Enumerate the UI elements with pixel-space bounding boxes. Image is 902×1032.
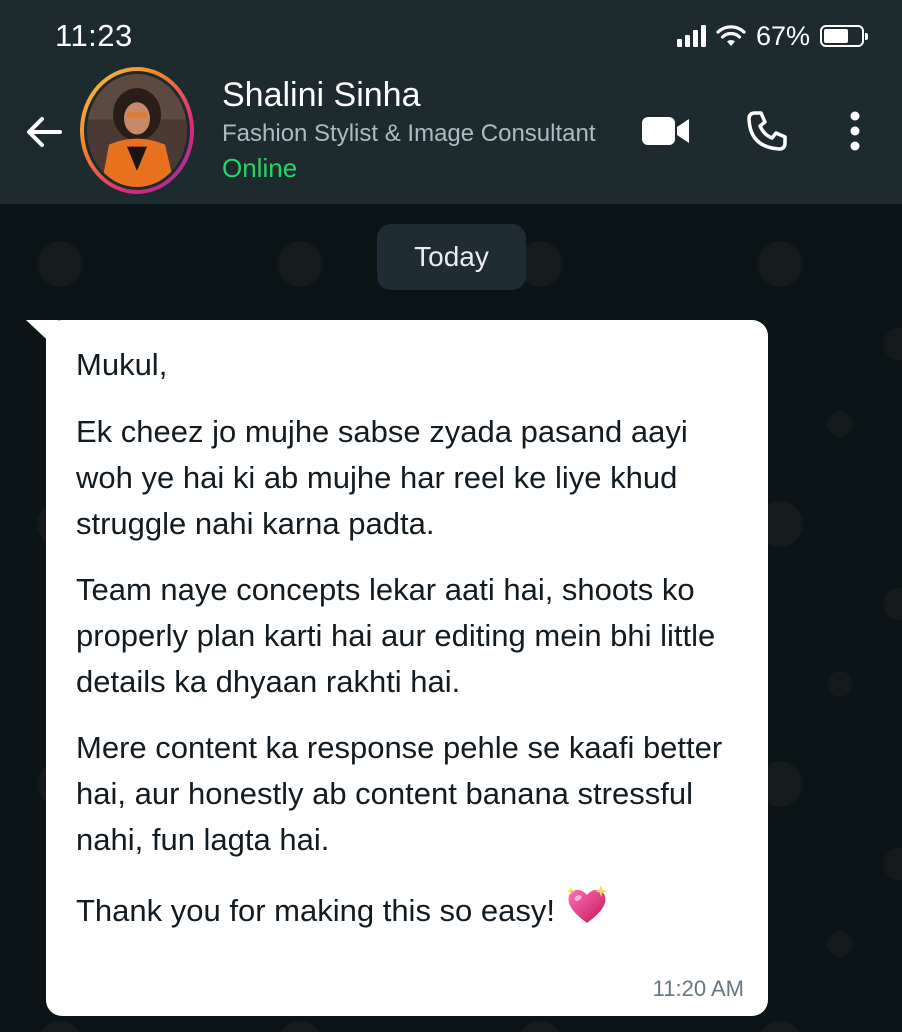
message-paragraph: Team naye concepts lekar aati hai, shoot… xyxy=(76,572,716,699)
date-separator: Today xyxy=(377,224,526,290)
message-closing: Thank you for making this so easy! xyxy=(76,893,556,928)
message-timestamp: 11:20 AM xyxy=(652,976,744,1001)
battery-icon xyxy=(820,25,868,47)
message-greeting: Mukul, xyxy=(76,347,168,382)
signal-icon xyxy=(676,25,706,47)
chat-area[interactable]: Today Mukul, Ek cheez jo mujhe sabse zya… xyxy=(0,204,902,1032)
message-paragraph: Mere content ka response pehle se kaafi … xyxy=(76,730,723,857)
message-paragraph: Ek cheez jo mujhe sabse zyada pasand aay… xyxy=(76,414,688,541)
video-call-button[interactable] xyxy=(640,108,692,154)
more-options-icon xyxy=(850,111,860,151)
contact-subtitle: Fashion Stylist & Image Consultant xyxy=(222,120,596,147)
contact-online-status: Online xyxy=(222,153,298,183)
voice-call-icon xyxy=(747,111,787,151)
battery-percent: 67% xyxy=(755,20,810,51)
chat-header: 11:23 67% Shalini Sinha Fashion Stylist … xyxy=(0,0,902,204)
battery-fill xyxy=(824,29,849,43)
incoming-message-bubble[interactable]: Mukul, Ek cheez jo mujhe sabse zyada pas… xyxy=(46,320,768,1016)
back-button[interactable] xyxy=(22,110,66,154)
arrow-left-icon xyxy=(27,117,62,147)
status-bar-time: 11:23 xyxy=(55,18,133,53)
sparkling-heart-icon xyxy=(563,883,611,940)
avatar xyxy=(84,71,190,190)
voice-call-button[interactable] xyxy=(744,108,790,154)
profile-photo xyxy=(87,74,187,187)
video-call-icon xyxy=(642,117,689,145)
message-closing-line: Thank you for making this so easy! xyxy=(76,883,742,940)
more-options-button[interactable] xyxy=(838,108,872,154)
avatar-story-ring[interactable] xyxy=(80,67,194,194)
contact-name[interactable]: Shalini Sinha xyxy=(222,76,420,115)
status-bar-right: 67% xyxy=(676,20,868,52)
wifi-icon xyxy=(716,25,746,46)
